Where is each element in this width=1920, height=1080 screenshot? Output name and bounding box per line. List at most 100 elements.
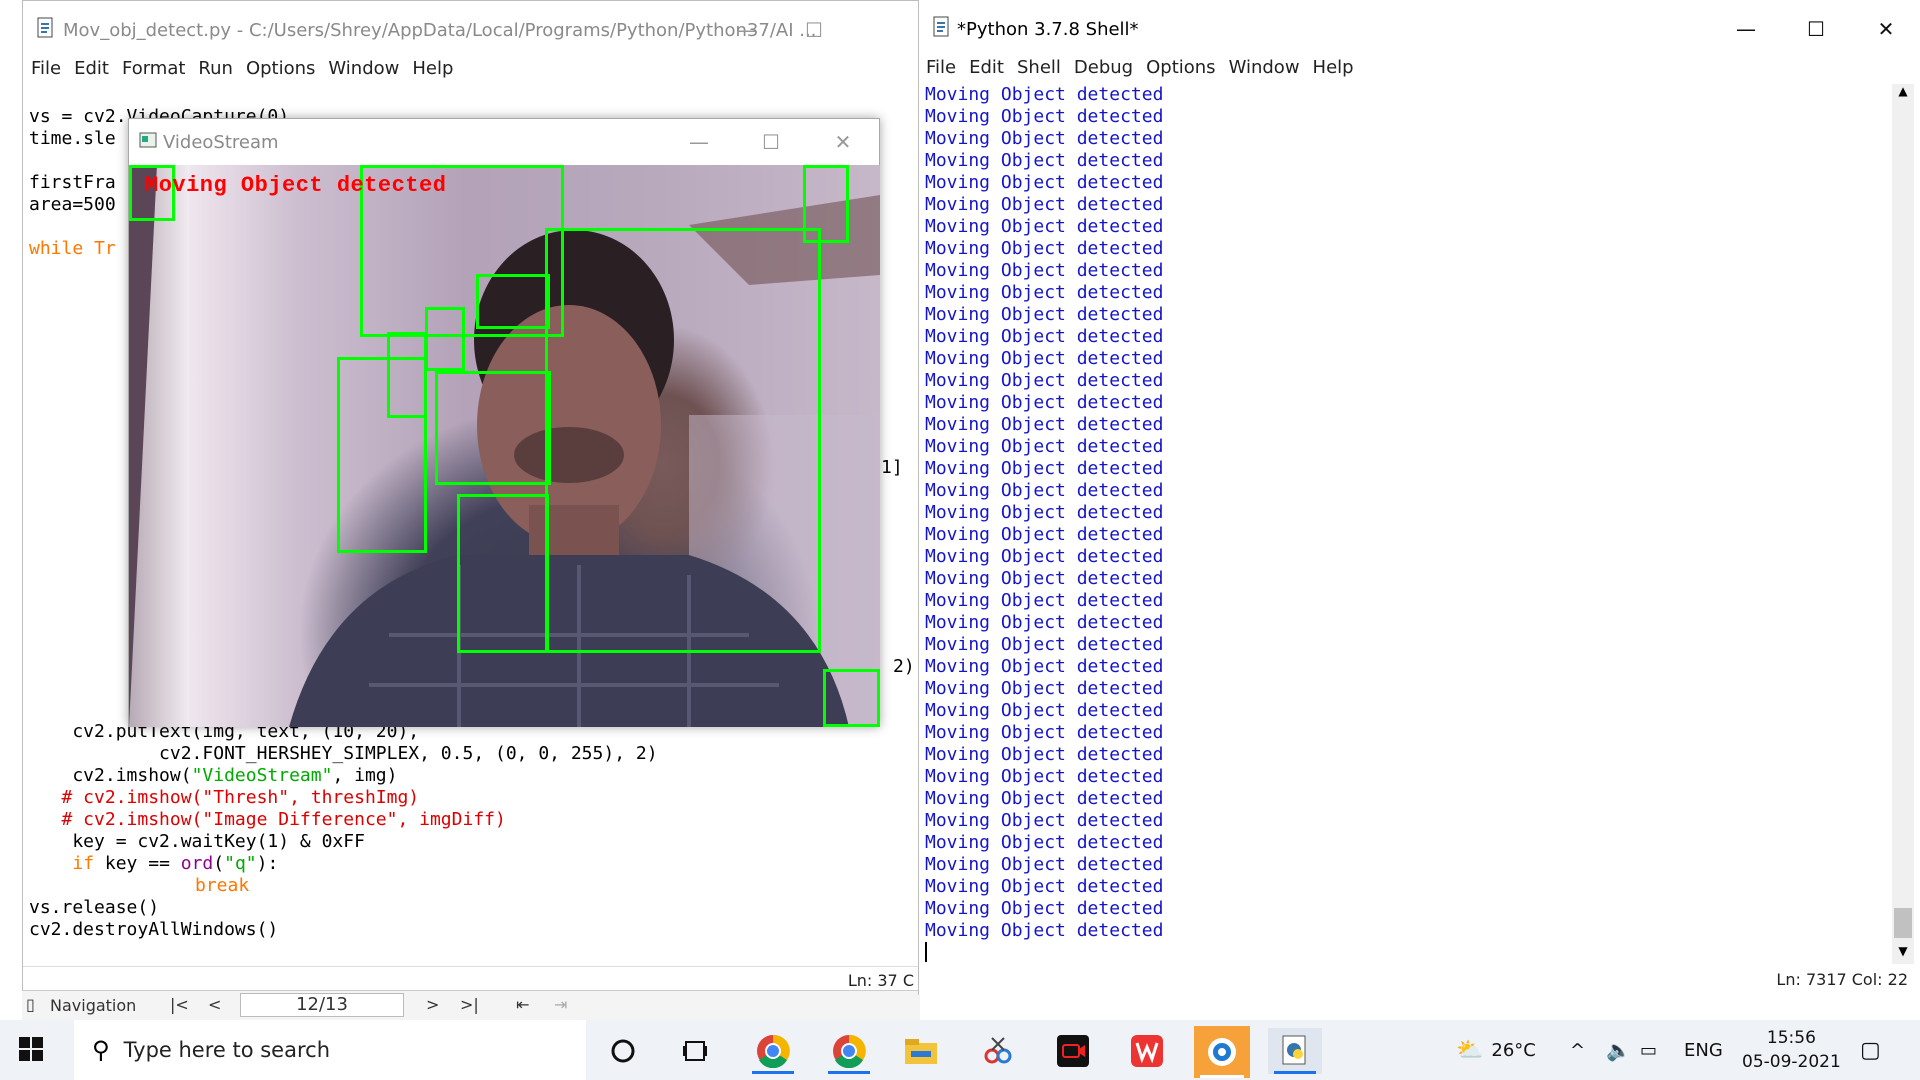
menu-edit[interactable]: Edit: [969, 57, 1004, 78]
idle-python-icon[interactable]: [1268, 1028, 1322, 1074]
scrollbar-thumb[interactable]: [1894, 908, 1912, 938]
code-fragment: 2): [893, 656, 915, 677]
videostream-window[interactable]: VideoStream — ☐ ✕ Moving Object detected: [128, 118, 880, 727]
shell-output-line: Moving Object detected: [925, 854, 1164, 875]
scroll-down-icon[interactable]: ▼: [1892, 944, 1914, 964]
weather-icon: ⛅: [1456, 1037, 1484, 1063]
prev-page-icon[interactable]: <: [208, 995, 221, 1014]
search-placeholder: Type here to search: [123, 1038, 330, 1062]
cortana-icon[interactable]: [596, 1028, 650, 1074]
chrome-profile-icon[interactable]: [822, 1028, 876, 1074]
forward-view-icon[interactable]: ⇥: [554, 995, 567, 1014]
code-line: vs.release(): [29, 897, 160, 918]
minimize-icon[interactable]: —: [1712, 0, 1780, 58]
maximize-icon[interactable]: ☐: [780, 1, 848, 59]
videostream-title: VideoStream: [163, 131, 279, 153]
screen-recorder-icon[interactable]: [1046, 1028, 1100, 1074]
shell-output-line: Moving Object detected: [925, 766, 1164, 787]
navigation-pane-icon[interactable]: ▯: [26, 995, 35, 1014]
code-line: while Tr: [29, 238, 116, 260]
scroll-up-icon[interactable]: ▲: [1892, 84, 1914, 104]
minimize-icon[interactable]: —: [712, 1, 780, 59]
maximize-icon[interactable]: ☐: [1782, 0, 1850, 58]
editor-title: Mov_obj_detect.py - C:/Users/Shrey/AppDa…: [63, 19, 817, 41]
editor-titlebar[interactable]: Mov_obj_detect.py - C:/Users/Shrey/AppDa…: [23, 1, 920, 59]
shell-output-line: Moving Object detected: [925, 590, 1164, 611]
shell-output-line: Moving Object detected: [925, 414, 1164, 435]
camera-frame: Moving Object detected: [129, 165, 880, 727]
minimize-icon[interactable]: —: [663, 119, 735, 165]
close-icon[interactable]: ✕: [807, 119, 879, 165]
menu-shell[interactable]: Shell: [1017, 57, 1061, 78]
page-number-field[interactable]: 12/13: [240, 993, 404, 1017]
menu-debug[interactable]: Debug: [1074, 57, 1133, 78]
active-app-icon[interactable]: [1194, 1026, 1250, 1078]
code-fragment: Tr: [83, 238, 116, 259]
shell-output-line: Moving Object detected: [925, 832, 1164, 853]
python-file-icon: [931, 15, 953, 43]
menu-file[interactable]: File: [31, 58, 61, 79]
detection-box: [545, 228, 821, 653]
detection-overlay-text: Moving Object detected: [145, 173, 447, 198]
chrome-icon[interactable]: [746, 1028, 800, 1074]
notification-icon[interactable]: ▢: [1860, 1020, 1881, 1080]
weather-widget[interactable]: ⛅ 26°C: [1456, 1020, 1536, 1080]
clock-date: 05-09-2021: [1742, 1052, 1841, 1072]
menu-run[interactable]: Run: [198, 58, 233, 79]
pdf-navigation-bar: ▯ Navigation |< < 12/13 > >| ⇤ ⇥: [22, 990, 920, 1020]
shell-output-line: Moving Object detected: [925, 392, 1164, 413]
menu-options[interactable]: Options: [1146, 57, 1215, 78]
snipping-tool-icon[interactable]: [970, 1028, 1024, 1074]
menu-format[interactable]: Format: [122, 58, 185, 79]
shell-output-line: Moving Object detected: [925, 722, 1164, 743]
shell-output-line: Moving Object detected: [925, 458, 1164, 479]
detection-box: [823, 669, 880, 727]
code-keyword: break: [195, 875, 250, 896]
code-keyword: while: [29, 238, 84, 259]
battery-icon[interactable]: ▭: [1640, 1020, 1657, 1080]
taskbar-search-box[interactable]: ⚲ Type here to search: [74, 1020, 586, 1080]
detection-box: [476, 274, 550, 329]
back-view-icon[interactable]: ⇤: [516, 995, 529, 1014]
shell-scrollbar[interactable]: ▲ ▼: [1892, 84, 1914, 964]
last-page-icon[interactable]: >|: [460, 995, 479, 1014]
videostream-titlebar[interactable]: VideoStream — ☐ ✕: [129, 119, 879, 165]
shell-output-line: Moving Object detected: [925, 260, 1164, 281]
code-fragment: cv2.imshow(: [29, 765, 192, 786]
shell-output[interactable]: Moving Object detected Moving Object dete…: [925, 84, 1163, 962]
clock[interactable]: 15:56 05-09-2021: [1742, 1020, 1841, 1080]
shell-output-line: Moving Object detected: [925, 788, 1164, 809]
menu-help[interactable]: Help: [1313, 57, 1354, 78]
shell-titlebar[interactable]: *Python 3.7.8 Shell* — ☐ ✕: [919, 0, 1920, 58]
menu-help[interactable]: Help: [412, 58, 453, 79]
menu-file[interactable]: File: [926, 57, 956, 78]
detection-box: [435, 371, 551, 485]
task-view-icon[interactable]: [668, 1028, 722, 1074]
shell-output-line: Moving Object detected: [925, 282, 1164, 303]
shell-output-line: Moving Object detected: [925, 150, 1164, 171]
close-icon[interactable]: ✕: [1852, 0, 1920, 58]
menu-window[interactable]: Window: [328, 58, 399, 79]
shell-window[interactable]: *Python 3.7.8 Shell* — ☐ ✕ File Edit She…: [918, 0, 1920, 995]
code-line: key = cv2.waitKey(1) & 0xFF: [29, 831, 365, 852]
maximize-icon[interactable]: ☐: [735, 119, 807, 165]
menu-edit[interactable]: Edit: [74, 58, 109, 79]
first-page-icon[interactable]: |<: [170, 995, 189, 1014]
menu-window[interactable]: Window: [1229, 57, 1300, 78]
language-indicator[interactable]: ENG: [1684, 1020, 1723, 1080]
code-keyword: if: [72, 853, 95, 874]
speaker-icon[interactable]: 🔈: [1606, 1020, 1631, 1080]
shell-output-line: Moving Object detected: [925, 326, 1164, 347]
navigation-label[interactable]: Navigation: [50, 996, 136, 1015]
code-builtin: ord: [180, 853, 214, 874]
windows-start-icon[interactable]: [18, 1036, 44, 1066]
code-fragment: , img): [332, 765, 398, 786]
menu-options[interactable]: Options: [246, 58, 315, 79]
shell-output-line: Moving Object detected: [925, 172, 1164, 193]
wps-icon[interactable]: [1120, 1028, 1174, 1074]
shell-output-line: Moving Object detected: [925, 524, 1164, 545]
show-hidden-icons[interactable]: ^: [1570, 1020, 1585, 1080]
file-explorer-icon[interactable]: [894, 1028, 948, 1074]
next-page-icon[interactable]: >: [426, 995, 439, 1014]
detection-box: [425, 307, 465, 371]
